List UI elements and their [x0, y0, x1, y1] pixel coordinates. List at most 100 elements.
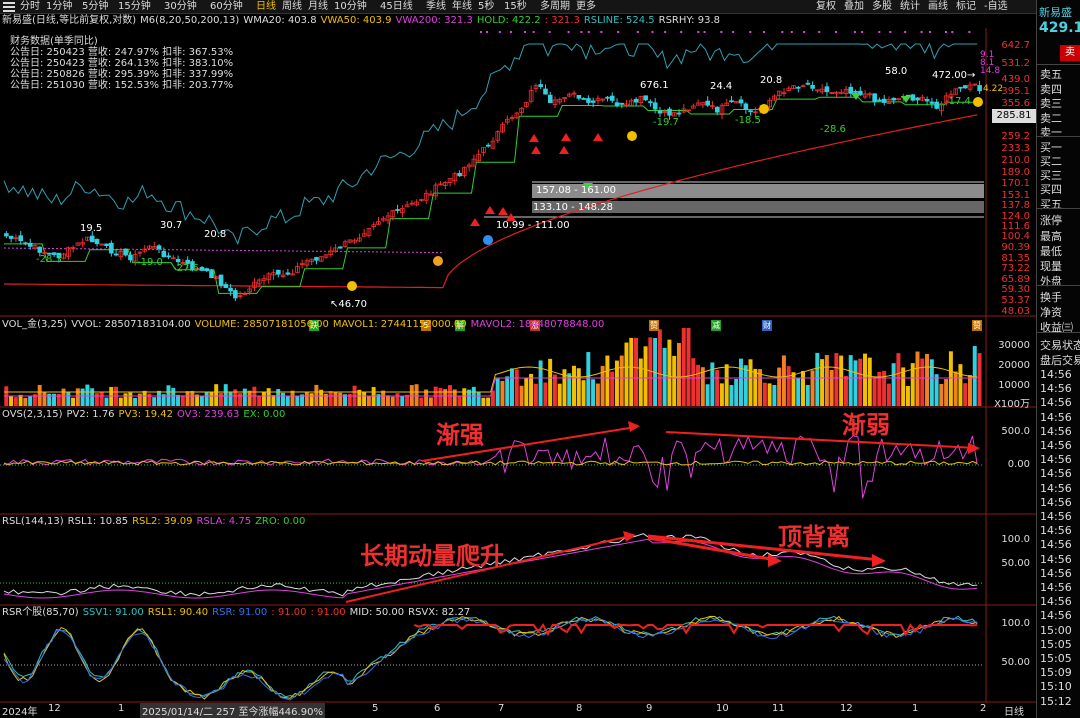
period-tab[interactable]: 季线 [426, 1, 446, 13]
toolbar-button[interactable]: 画线 [928, 1, 948, 13]
volume-bar [724, 364, 729, 406]
volume-bar [896, 353, 901, 406]
signal-dot [567, 31, 570, 33]
toolbar-button[interactable]: 统计 [900, 1, 920, 13]
legend-item: SSV1: 91.00 [82, 607, 144, 618]
trade-time: 14:56 [1040, 609, 1072, 623]
quote-row[interactable]: 买五 [1040, 196, 1062, 212]
volume-bar [390, 396, 395, 406]
main-legend: 新易盛(日线,等比前复权,对数) M6(8,20,50,200,13) WMA20:… [2, 15, 724, 27]
period-tab[interactable]: 年线 [452, 1, 472, 13]
volume-bar [529, 373, 534, 406]
price-tick: 100.4 [1001, 231, 1030, 242]
signal-dot [929, 31, 932, 33]
period-tab[interactable]: 日线 [256, 1, 276, 13]
signal-triangle [593, 133, 603, 141]
period-tab[interactable]: 45日线 [380, 1, 413, 13]
candle-body [209, 270, 214, 279]
volume-bar [71, 397, 76, 406]
arrow-weakening [665, 431, 977, 449]
volume-bar [328, 391, 333, 406]
divider [1037, 332, 1080, 333]
volume-bar [290, 390, 295, 406]
volume-bar [944, 379, 949, 406]
volume-bar [925, 353, 930, 406]
trade-time: 14:56 [1040, 382, 1072, 396]
candle-body [676, 112, 682, 115]
volume-bar [486, 397, 491, 406]
legend-item: VVOL: 28507183104.00 [71, 319, 191, 330]
period-tab[interactable]: 15秒 [504, 1, 527, 13]
trough-annotation-7: -17.4 [945, 96, 971, 107]
candle-body [977, 85, 982, 92]
volume-bar [180, 395, 185, 406]
volume-bar [18, 394, 23, 406]
signal-marker [433, 256, 443, 266]
volume-bar [595, 383, 600, 406]
period-tab[interactable]: 周线 [282, 1, 302, 13]
candle-body [576, 94, 582, 99]
toolbar-button[interactable]: 多股 [872, 1, 892, 13]
volume-bar [619, 355, 624, 406]
finance-row: 公告日: 250826 营收: 295.39% 扣非: 337.99% [10, 69, 234, 80]
time-tick: 1 [118, 703, 125, 714]
time-tick: 5 [372, 703, 379, 714]
sell-button[interactable]: 卖 [1060, 45, 1080, 61]
quote-row[interactable]: 买四 [1040, 181, 1062, 197]
period-tab[interactable]: 多周期 [540, 1, 570, 13]
quote-row[interactable]: 卖三 [1040, 95, 1062, 111]
signal-dot [697, 31, 700, 33]
candle-body [228, 287, 233, 292]
toolbar-button[interactable]: 叠加 [844, 1, 864, 13]
volume-bar [748, 359, 753, 406]
volume-bar [586, 352, 591, 406]
period-tab[interactable]: 5秒 [478, 1, 494, 13]
rsr-axis-100: 100.0 [1001, 618, 1030, 629]
volume-bar [715, 370, 720, 406]
quote-row[interactable]: 卖一 [1040, 124, 1062, 140]
signal-dot [617, 31, 620, 33]
toolbar-button[interactable]: 标记 [956, 1, 976, 13]
toolbar-button[interactable]: 复权 [816, 1, 836, 13]
candle-body [338, 246, 343, 249]
menu-icon[interactable] [3, 2, 15, 12]
period-tab[interactable]: 60分钟 [210, 1, 243, 13]
legend-item: : 91.00 [310, 607, 346, 618]
candle-body [89, 235, 95, 243]
period-tab[interactable]: 月线 [308, 1, 328, 13]
candle-body [113, 253, 119, 256]
divider [1037, 208, 1080, 209]
period-tab[interactable]: 更多 [576, 1, 596, 13]
time-tick: 12 [48, 703, 61, 714]
volume-bar [457, 396, 462, 406]
volume-bar [223, 384, 228, 406]
trough-annotation-2: -19.0 [137, 257, 163, 268]
period-tab[interactable]: 分时 [20, 1, 40, 13]
chart-area[interactable]: 新易盛(日线,等比前复权,对数) M6(8,20,50,200,13) WMA20:… [0, 14, 1040, 718]
price-tick: 642.7 [1001, 40, 1030, 51]
period-tab[interactable]: 15分钟 [118, 1, 151, 13]
vol-axis-30000: 30000 [998, 340, 1030, 351]
down-marker [901, 96, 911, 103]
volume-bar [371, 387, 376, 406]
candle-body [233, 290, 238, 299]
legend-item: RSL(144,13) [2, 516, 64, 527]
quote-row[interactable]: 卖五 [1040, 66, 1062, 82]
legend-item: M6(8,20,50,200,13) [140, 15, 240, 26]
volume-bar [476, 391, 481, 406]
trade-time: 14:56 [1040, 467, 1072, 481]
vol-axis-10000: 10000 [998, 380, 1030, 391]
signal-triangle [561, 133, 571, 141]
period-tab[interactable]: 10分钟 [334, 1, 367, 13]
period-tab[interactable]: 30分钟 [164, 1, 197, 13]
candle-body [824, 86, 830, 93]
period-tab[interactable]: 1分钟 [46, 1, 72, 13]
candle-body [848, 86, 854, 94]
period-label: 日线 [1004, 707, 1024, 718]
candle-body [891, 97, 897, 101]
volume-bar [681, 328, 686, 406]
candle-body [619, 102, 625, 105]
candle-body [123, 248, 128, 256]
period-tab[interactable]: 5分钟 [82, 1, 108, 13]
toolbar-button[interactable]: -自选 [984, 1, 1008, 13]
